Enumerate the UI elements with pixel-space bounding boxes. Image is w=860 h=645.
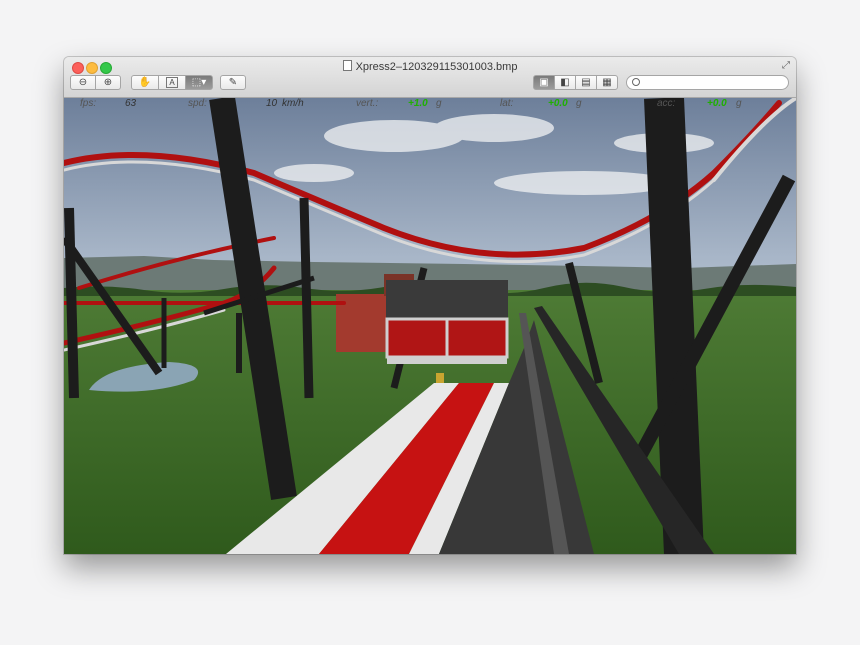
hud-acc-value: +0.0 xyxy=(707,98,727,109)
hand-tool-button[interactable]: ✋ xyxy=(131,75,159,90)
hud-vert-unit: g xyxy=(436,98,442,109)
hud-spd-value: 10 xyxy=(266,98,278,109)
window-title-wrap: Xpress2–120329115301003.bmp xyxy=(64,60,796,73)
hud-lat-value: +0.0 xyxy=(548,98,568,109)
hud-acc-unit: g xyxy=(736,98,742,109)
zoom-in-button[interactable]: ⊕ xyxy=(95,75,121,90)
hud-vert-value: +1.0 xyxy=(408,98,428,109)
preview-window: Xpress2–120329115301003.bmp ⤢ ⊖ ⊕ ✋ A ⬚▾… xyxy=(64,57,796,554)
hud-vert-label: vert.: xyxy=(356,98,379,109)
fullscreen-icon[interactable]: ⤢ xyxy=(782,60,790,71)
view-sidebar[interactable]: ◧ xyxy=(554,75,576,90)
zoom-out-button[interactable]: ⊖ xyxy=(70,75,96,90)
hud-fps-value: 63 xyxy=(125,98,137,109)
text-select-button[interactable]: A xyxy=(158,75,186,90)
hud-lat-label: lat: xyxy=(500,98,514,109)
title-bar[interactable]: Xpress2–120329115301003.bmp ⤢ ⊖ ⊕ ✋ A ⬚▾… xyxy=(64,57,796,98)
hud-bar: fps: 63 spd: 10 km/h vert.: +1.0 g lat: … xyxy=(64,98,796,110)
hud-spd-label: spd: xyxy=(188,98,207,109)
rect-select-button[interactable]: ⬚▾ xyxy=(185,75,213,90)
hud-lat-unit: g xyxy=(576,98,582,109)
view-single-page[interactable]: ▣ xyxy=(533,75,555,90)
annotate-button[interactable]: ✎ xyxy=(220,75,246,90)
hud-acc-label: acc: xyxy=(657,98,676,109)
search-field[interactable] xyxy=(626,75,789,90)
view-contact-sheet[interactable]: ▦ xyxy=(596,75,618,90)
window-title: Xpress2–120329115301003.bmp xyxy=(355,61,518,73)
document-icon xyxy=(342,60,352,71)
hud-spd-unit: km/h xyxy=(282,98,304,109)
hud-fps-label: fps: xyxy=(80,98,97,109)
text-select-label: A xyxy=(166,77,178,88)
search-icon xyxy=(632,78,640,86)
simulator-viewport[interactable]: fps: 63 spd: 10 km/h vert.: +1.0 g lat: … xyxy=(64,98,796,554)
roller-coaster-scene xyxy=(64,98,796,554)
view-two-page[interactable]: ▤ xyxy=(575,75,597,90)
